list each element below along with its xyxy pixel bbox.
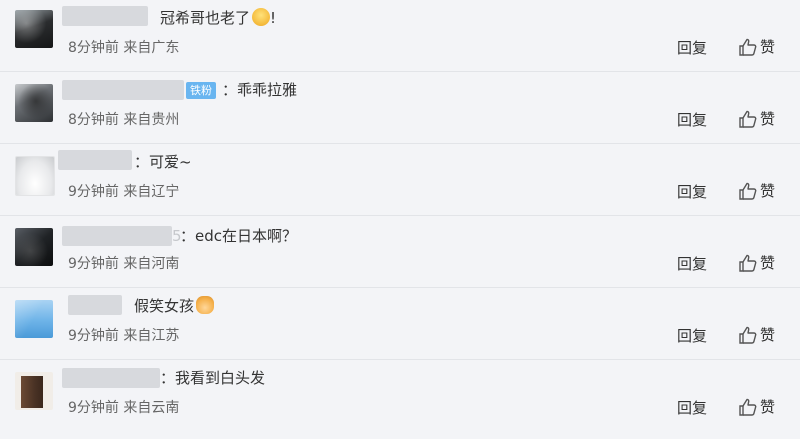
like-button[interactable]: 赞 bbox=[738, 253, 775, 273]
comment-text: ：edc在日本啊？ bbox=[180, 227, 297, 245]
like-button[interactable]: 赞 bbox=[738, 109, 775, 129]
comment-item: 5 ：edc在日本啊？ 9分钟前 来自河南 回复 赞 bbox=[0, 216, 800, 288]
comment-item: 冠希哥也老了! 8分钟前 来自广东 回复 赞 bbox=[0, 0, 800, 72]
comment-text: 假笑女孩 bbox=[134, 296, 215, 316]
thumbs-up-icon bbox=[739, 254, 757, 272]
reply-button[interactable]: 回复 bbox=[677, 399, 707, 417]
like-label: 赞 bbox=[760, 326, 776, 344]
username[interactable] bbox=[62, 226, 172, 246]
reply-button[interactable]: 回复 bbox=[677, 183, 707, 201]
reply-button[interactable]: 回复 bbox=[677, 255, 707, 273]
comment-text: ：乖乖拉雅 bbox=[222, 81, 298, 99]
comment-meta: 8分钟前 来自贵州 bbox=[68, 112, 180, 128]
comment-meta: 8分钟前 来自广东 bbox=[68, 40, 180, 56]
username[interactable] bbox=[68, 295, 122, 315]
comment-body: 冠希哥也老了 bbox=[160, 9, 251, 27]
like-button[interactable]: 赞 bbox=[738, 325, 775, 345]
thumbs-up-icon bbox=[739, 326, 757, 344]
username[interactable] bbox=[62, 368, 160, 388]
comment-meta: 9分钟前 来自河南 bbox=[68, 256, 180, 272]
reply-button[interactable]: 回复 bbox=[677, 39, 707, 57]
reply-button[interactable]: 回复 bbox=[677, 111, 707, 129]
like-label: 赞 bbox=[760, 38, 776, 56]
comment-item: ：我看到白头发 9分钟前 来自云南 回复 赞 bbox=[0, 360, 800, 439]
person-emoji bbox=[196, 296, 215, 314]
thumbs-up-icon bbox=[739, 398, 757, 416]
avatar[interactable] bbox=[15, 372, 53, 410]
comment-text: ：可爱~ bbox=[134, 153, 192, 171]
thumbs-up-icon bbox=[739, 110, 757, 128]
username[interactable] bbox=[62, 80, 184, 100]
comment-item: 铁粉 ：乖乖拉雅 8分钟前 来自贵州 回复 赞 bbox=[0, 72, 800, 144]
reply-button[interactable]: 回复 bbox=[677, 327, 707, 345]
avatar[interactable] bbox=[15, 84, 53, 122]
comment-body: 假笑女孩 bbox=[134, 297, 195, 315]
username[interactable] bbox=[62, 6, 148, 26]
comment-feed: 冠希哥也老了! 8分钟前 来自广东 回复 赞 铁粉 ：乖乖拉雅 8分钟前 来自贵… bbox=[0, 0, 800, 439]
like-button[interactable]: 赞 bbox=[738, 37, 775, 57]
like-label: 赞 bbox=[760, 254, 776, 272]
username[interactable] bbox=[58, 150, 132, 170]
thumbs-up-icon bbox=[739, 38, 757, 56]
comment-meta: 9分钟前 来自江苏 bbox=[68, 328, 180, 344]
like-button[interactable]: 赞 bbox=[738, 181, 775, 201]
comment-item: 假笑女孩 9分钟前 来自江苏 回复 赞 bbox=[0, 288, 800, 360]
avatar[interactable] bbox=[15, 228, 53, 266]
like-label: 赞 bbox=[760, 182, 776, 200]
comment-text: ：我看到白头发 bbox=[160, 369, 266, 387]
avatar[interactable] bbox=[15, 10, 53, 48]
comment-meta: 9分钟前 来自云南 bbox=[68, 400, 180, 416]
like-label: 赞 bbox=[760, 398, 776, 416]
comment-item: ：可爱~ 9分钟前 来自辽宁 回复 赞 bbox=[0, 144, 800, 216]
avatar[interactable] bbox=[15, 300, 53, 338]
avatar[interactable] bbox=[15, 156, 55, 196]
like-button[interactable]: 赞 bbox=[738, 397, 775, 417]
crying-face-emoji bbox=[252, 8, 271, 26]
comment-suffix: ! bbox=[270, 9, 277, 27]
like-label: 赞 bbox=[760, 110, 776, 128]
comment-text: 冠希哥也老了! bbox=[160, 8, 276, 28]
comment-meta: 9分钟前 来自辽宁 bbox=[68, 184, 180, 200]
fan-badge: 铁粉 bbox=[186, 82, 216, 99]
thumbs-up-icon bbox=[739, 182, 757, 200]
